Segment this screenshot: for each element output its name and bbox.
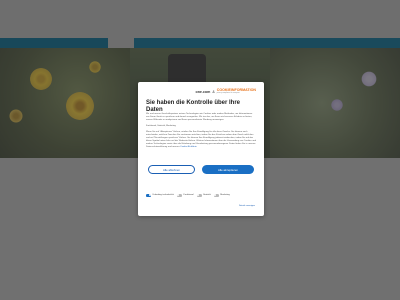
toggle-knob <box>148 194 151 197</box>
consent-toggles: Unbedingt erforderlich Funktional Statis… <box>146 194 258 202</box>
consent-explanation-text: Wenn Sie auf "Akzeptieren" klicken, erte… <box>146 131 256 148</box>
toggle-label: Statistik <box>203 194 211 196</box>
toggle-switch[interactable] <box>146 194 151 197</box>
toggle-switch[interactable] <box>177 194 183 197</box>
toggle-marketing[interactable]: Marketing <box>213 194 230 197</box>
toggle-switch[interactable] <box>196 194 202 197</box>
brand-ampersand: & <box>212 90 215 94</box>
toggle-functional[interactable]: Funktional <box>177 194 194 197</box>
decline-all-button[interactable]: Alle ablehnen <box>148 165 195 174</box>
toggle-switch[interactable] <box>213 194 219 197</box>
intro-paragraph: Wir und unsere Geschäftspartner nutzen T… <box>146 113 253 121</box>
cookie-information-logo: COOKIEINFORMATION privacy compliance for… <box>216 88 256 95</box>
header-bar-right <box>134 38 400 48</box>
show-details-link[interactable]: Details anzeigen <box>239 205 255 207</box>
toggle-label: Unbedingt erforderlich <box>152 194 175 196</box>
cookie-information-tagline: privacy compliance for everyone <box>216 93 240 94</box>
cookie-policy-link[interactable]: Cookie-Richtlinie <box>180 146 196 148</box>
one-com-logo: one.com <box>195 90 211 94</box>
toggle-knob <box>196 194 199 197</box>
purposes-list: Funktional, Statistik, Marketing <box>146 125 176 127</box>
toggle-necessary[interactable]: Unbedingt erforderlich <box>146 194 174 197</box>
toggle-label: Marketing <box>220 194 230 196</box>
accept-all-button[interactable]: Alle akzeptieren <box>202 165 254 174</box>
toggle-label: Funktional <box>183 194 194 196</box>
consent-explanation: Wenn Sie auf "Akzeptieren" klicken, erte… <box>146 131 256 148</box>
toggle-knob <box>177 194 180 197</box>
brand-logos: one.com & COOKIEINFORMATION privacy comp… <box>138 88 256 95</box>
header-bar-left <box>0 38 108 48</box>
cookie-consent-dialog: one.com & COOKIEINFORMATION privacy comp… <box>138 82 264 216</box>
toggle-knob <box>214 194 217 197</box>
dialog-title: Sie haben die Kontrolle über Ihre Daten <box>146 100 241 113</box>
toggle-statistics[interactable]: Statistik <box>196 194 211 197</box>
